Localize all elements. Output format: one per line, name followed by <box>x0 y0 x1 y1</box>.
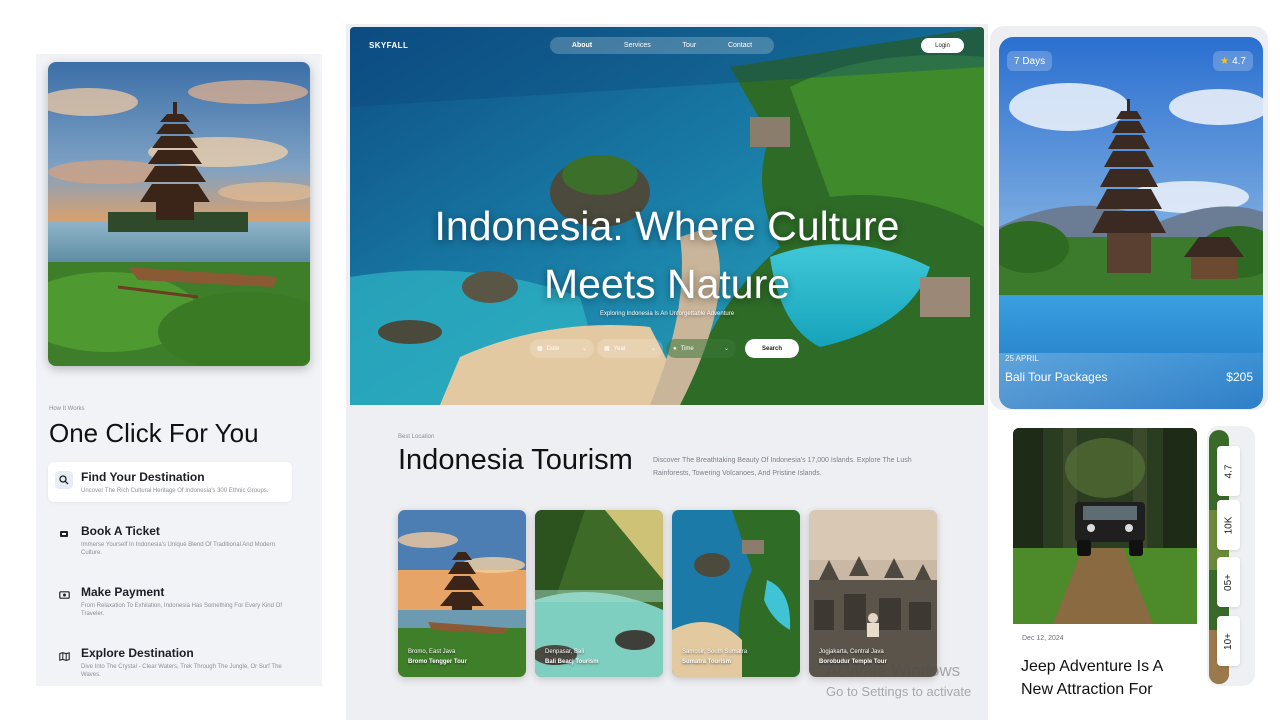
step-book-ticket[interactable]: Book A Ticket Immerse Yourself In Indone… <box>48 516 292 556</box>
step-explore-destination[interactable]: Explore Destination Dive Into The Crysta… <box>48 638 292 678</box>
card-title: Bromo Tengger Tour <box>408 659 467 665</box>
stat-destinations: 10+ <box>1217 616 1240 666</box>
stat-value: 05+ <box>1223 573 1234 591</box>
hero-section: SKYFALL About Services Tour Contact Logi… <box>350 27 984 405</box>
calendar-icon: ▦ <box>537 346 543 352</box>
search-bar: ▦ Date ⌄ ▦ Year ⌄ ● Time ⌄ Search <box>530 339 802 358</box>
year-field-label: Year <box>613 345 626 352</box>
step-find-destination[interactable]: Find Your Destination Uncover The Rich C… <box>48 462 292 502</box>
star-icon: ★ <box>1220 55 1230 67</box>
rating-value: 4.7 <box>1232 55 1246 67</box>
stat-rating: 4.7 <box>1217 446 1240 496</box>
card-caption: Samosir, South Sumatra Sumatra Tourism <box>682 647 747 667</box>
rating-badge: ★ 4.7 <box>1213 51 1253 71</box>
card-location: Samosir, South Sumatra <box>682 649 748 655</box>
stats-strip: 4.7 10K 05+ 10+ <box>1207 426 1255 686</box>
destination-card-bali[interactable]: Denpasar, Bali Bali Beacj Tourism <box>535 510 663 677</box>
time-field[interactable]: ● Time ⌄ <box>666 339 736 358</box>
section-description: Discover The Breathtaking Beauty Of Indo… <box>653 457 912 477</box>
date-field[interactable]: ▦ Date ⌄ <box>530 339 594 358</box>
card-caption: Denpasar, Bali Bali Beacj Tourism <box>545 647 599 667</box>
card-title: Sumatra Tourism <box>682 659 731 665</box>
tour-name: Bali Tour Packages <box>1005 370 1108 384</box>
nav-tour[interactable]: Tour <box>683 42 697 49</box>
step-description: From Relaxation To Exhilation, Indonesia… <box>81 603 282 617</box>
blog-title[interactable]: Jeep Adventure Is A New Attraction For <box>1021 655 1193 696</box>
stat-value: 10+ <box>1223 632 1234 650</box>
step-description: Dive Into The Crystal - Clear Waters, Tr… <box>81 664 282 678</box>
watermark-line-2: Go to Settings to activate <box>826 684 972 699</box>
tour-date: 25 APRIL <box>1005 354 1039 363</box>
step-title: Find Your Destination <box>81 470 205 484</box>
chevron-down-icon: ⌄ <box>581 346 587 352</box>
windows-activation-watermark: Activate Windows Go to Settings to activ… <box>826 660 971 702</box>
duration-badge: 7 Days <box>1007 51 1053 71</box>
jeep-image <box>1013 428 1197 624</box>
step-make-payment[interactable]: Make Payment From Relaxation To Exhilati… <box>48 577 292 617</box>
card-location: Bromo, East Java <box>408 649 456 655</box>
stat-value: 10K <box>1222 516 1234 534</box>
chevron-down-icon: ⌄ <box>723 346 729 352</box>
section-title: Indonesia Tourism <box>398 444 633 476</box>
date-field-label: Date <box>546 345 560 352</box>
blog-date: Dec 12, 2024 <box>1022 635 1064 642</box>
card-location: Denpasar, Bali <box>545 649 585 655</box>
chevron-down-icon: ⌄ <box>650 346 656 352</box>
nav-services[interactable]: Services <box>624 42 651 49</box>
user-icon: ● <box>673 345 677 352</box>
hero-title: Indonesia: Where Culture Meets Nature <box>434 203 900 307</box>
time-field-label: Time <box>680 345 694 352</box>
step-title: Make Payment <box>81 585 165 599</box>
destination-card-borobudur[interactable]: Jogjakarta, Central Java Borobudur Templ… <box>809 510 937 677</box>
stat-years: 05+ <box>1217 557 1240 607</box>
how-it-works-panel: How It Works One Click For You Find Your… <box>36 54 322 686</box>
nav-contact[interactable]: Contact <box>728 42 752 49</box>
section-eyebrow: How It Works <box>49 406 85 412</box>
watermark-line-1: Activate Windows <box>826 661 961 680</box>
main-nav: About Services Tour Contact <box>550 37 774 54</box>
map-icon <box>55 647 73 665</box>
money-icon <box>55 586 73 604</box>
stat-customers: 10K <box>1217 500 1240 550</box>
search-icon <box>55 471 73 489</box>
blog-card[interactable]: Dec 12, 2024 Jeep Adventure Is A New Att… <box>1013 428 1197 696</box>
destination-card-bromo[interactable]: Bromo, East Java Bromo Tengger Tour <box>398 510 526 677</box>
duration-label: 7 Days <box>1014 55 1046 67</box>
brand-logo[interactable]: SKYFALL <box>369 41 408 50</box>
step-title: Explore Destination <box>81 646 194 660</box>
calendar-icon: ▦ <box>604 346 610 352</box>
tour-price: $205 <box>1226 370 1253 384</box>
step-description: Uncover The Rich Cultural Heritage Of In… <box>81 488 269 494</box>
step-description: Immerse Yourself In Indonesia's Unique B… <box>81 542 275 556</box>
card-caption: Bromo, East Java Bromo Tengger Tour <box>408 647 467 667</box>
tour-package-card[interactable]: 7 Days ★ 4.7 25 APRIL Bali Tour Packages… <box>990 26 1268 410</box>
login-button[interactable]: Login <box>921 38 964 53</box>
temple-hero-image <box>48 62 310 366</box>
stat-value: 4.7 <box>1223 464 1234 478</box>
step-title: Book A Ticket <box>81 524 160 538</box>
landing-page: SKYFALL About Services Tour Contact Logi… <box>346 24 988 720</box>
card-location: Jogjakarta, Central Java <box>819 649 884 655</box>
hero-subtitle: Exploring Indonesia Is An Unforgettable … <box>599 311 735 317</box>
year-field[interactable]: ▦ Year ⌄ <box>597 339 663 358</box>
section-eyebrow: Best Location <box>398 434 435 440</box>
card-title: Bali Beacj Tourism <box>545 659 599 665</box>
ticket-icon <box>55 525 73 543</box>
nav-about[interactable]: About <box>572 42 592 49</box>
destination-card-sumatra[interactable]: Samosir, South Sumatra Sumatra Tourism <box>672 510 800 677</box>
search-button[interactable]: Search <box>745 339 799 358</box>
section-title: One Click For You <box>49 418 259 448</box>
